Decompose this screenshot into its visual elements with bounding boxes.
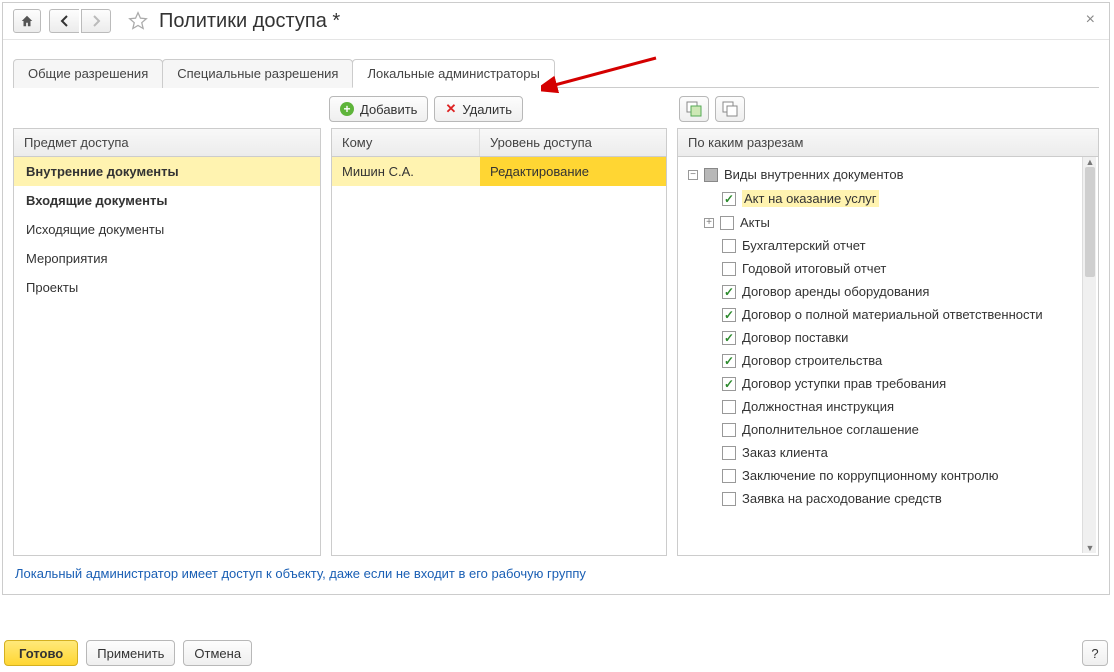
- forward-button[interactable]: [81, 9, 111, 33]
- tree-item-label: Договор о полной материальной ответствен…: [742, 307, 1043, 322]
- assignment-list: Мишин С.А.Редактирование: [332, 157, 666, 555]
- subject-item[interactable]: Внутренние документы: [14, 157, 320, 186]
- home-button[interactable]: [13, 9, 41, 33]
- tab-general[interactable]: Общие разрешения: [13, 59, 163, 88]
- subject-header: Предмет доступа: [14, 129, 320, 156]
- tree-root[interactable]: − Виды внутренних документов: [682, 163, 1094, 186]
- expand-all-button[interactable]: [679, 96, 709, 122]
- delete-icon: ✕: [445, 101, 456, 117]
- tree-item[interactable]: Заказ клиента: [682, 441, 1094, 464]
- checkbox[interactable]: [722, 331, 736, 345]
- delete-label: Удалить: [462, 102, 512, 117]
- tree-item[interactable]: Договор аренды оборудования: [682, 280, 1094, 303]
- level-header: Уровень доступа: [480, 129, 666, 156]
- assignment-row[interactable]: Мишин С.А.Редактирование: [332, 157, 666, 186]
- checkbox[interactable]: [722, 492, 736, 506]
- tree-item-label: Заказ клиента: [742, 445, 828, 460]
- checkbox[interactable]: [722, 354, 736, 368]
- tree-header: По каким разрезам: [678, 129, 1098, 156]
- tree-item-label: Договор строительства: [742, 353, 882, 368]
- doc-type-tree: − Виды внутренних документов Акт на оказан…: [678, 157, 1098, 555]
- tree-item-label: Акт на оказание услуг: [742, 190, 879, 207]
- checkbox[interactable]: [722, 400, 736, 414]
- help-button[interactable]: ?: [1082, 640, 1108, 666]
- tree-item[interactable]: Договор поставки: [682, 326, 1094, 349]
- checkbox[interactable]: [722, 446, 736, 460]
- tree-item-label: Заявка на расходование средств: [742, 491, 942, 506]
- checkbox[interactable]: [722, 423, 736, 437]
- close-button[interactable]: ×: [1080, 9, 1101, 31]
- tree-item[interactable]: Дополнительное соглашение: [682, 418, 1094, 441]
- tree-item-label: Бухгалтерский отчет: [742, 238, 866, 253]
- tree-item[interactable]: Договор о полной материальной ответствен…: [682, 303, 1094, 326]
- assignment-panel: Кому Уровень доступа Мишин С.А.Редактиро…: [331, 128, 667, 556]
- expand-icon[interactable]: +: [704, 218, 714, 228]
- tree-item[interactable]: Бухгалтерский отчет: [682, 234, 1094, 257]
- scroll-thumb[interactable]: [1085, 167, 1095, 277]
- checkbox[interactable]: [722, 377, 736, 391]
- tree-item[interactable]: + Акты: [682, 211, 1094, 234]
- back-button[interactable]: [49, 9, 79, 33]
- tree-item[interactable]: Заявка на расходование средств: [682, 487, 1094, 510]
- collapse-all-button[interactable]: [715, 96, 745, 122]
- checkbox[interactable]: [720, 216, 734, 230]
- tree-scrollbar[interactable]: ▲ ▼: [1082, 157, 1096, 553]
- page-title: Политики доступа *: [159, 10, 340, 33]
- subject-item[interactable]: Мероприятия: [14, 244, 320, 273]
- apply-button[interactable]: Применить: [86, 640, 175, 666]
- checkbox[interactable]: [722, 239, 736, 253]
- collapse-icon[interactable]: −: [688, 170, 698, 180]
- scroll-up-icon[interactable]: ▲: [1085, 157, 1095, 167]
- ready-button[interactable]: Готово: [4, 640, 78, 666]
- tree-item[interactable]: Заключение по коррупционному контролю: [682, 464, 1094, 487]
- who-header: Кому: [332, 129, 480, 156]
- subject-panel: Предмет доступа Внутренние документыВход…: [13, 128, 321, 556]
- level-cell: Редактирование: [480, 157, 666, 186]
- tree-item[interactable]: Годовой итоговый отчет: [682, 257, 1094, 280]
- add-label: Добавить: [360, 102, 417, 117]
- tab-special[interactable]: Специальные разрешения: [162, 59, 353, 88]
- subject-item[interactable]: Входящие документы: [14, 186, 320, 215]
- cancel-button[interactable]: Отмена: [183, 640, 252, 666]
- subject-item[interactable]: Проекты: [14, 273, 320, 302]
- tree-panel: По каким разрезам − Виды внутренних докум…: [677, 128, 1099, 556]
- subject-list: Внутренние документыВходящие документыИс…: [14, 157, 320, 555]
- subject-item[interactable]: Исходящие документы: [14, 215, 320, 244]
- tree-item-label: Договор аренды оборудования: [742, 284, 929, 299]
- tree-item-label: Годовой итоговый отчет: [742, 261, 886, 276]
- who-cell: Мишин С.А.: [332, 157, 480, 186]
- tree-item[interactable]: Акт на оказание услуг: [682, 186, 1094, 211]
- add-button[interactable]: + Добавить: [329, 96, 428, 122]
- tree-item-label: Дополнительное соглашение: [742, 422, 919, 437]
- tree-item[interactable]: Договор строительства: [682, 349, 1094, 372]
- checkbox[interactable]: [722, 469, 736, 483]
- hint-text: Локальный администратор имеет доступ к о…: [3, 556, 1109, 585]
- tree-item[interactable]: Договор уступки прав требования: [682, 372, 1094, 395]
- tree-item-label: Договор уступки прав требования: [742, 376, 946, 391]
- tab-local-admins[interactable]: Локальные администраторы: [352, 59, 554, 88]
- checkbox[interactable]: [722, 285, 736, 299]
- tree-item-label: Договор поставки: [742, 330, 848, 345]
- checkbox[interactable]: [722, 308, 736, 322]
- delete-button[interactable]: ✕ Удалить: [434, 96, 523, 122]
- plus-icon: +: [340, 102, 354, 116]
- scroll-down-icon[interactable]: ▼: [1085, 543, 1095, 553]
- checkbox-mixed[interactable]: [704, 168, 718, 182]
- tree-item-label: Заключение по коррупционному контролю: [742, 468, 998, 483]
- tree-item[interactable]: Должностная инструкция: [682, 395, 1094, 418]
- tree-item-label: Должностная инструкция: [742, 399, 894, 414]
- favorite-star-icon[interactable]: [127, 10, 149, 32]
- tree-root-label: Виды внутренних документов: [724, 167, 904, 182]
- checkbox[interactable]: [722, 192, 736, 206]
- checkbox[interactable]: [722, 262, 736, 276]
- tree-item-label: Акты: [740, 215, 770, 230]
